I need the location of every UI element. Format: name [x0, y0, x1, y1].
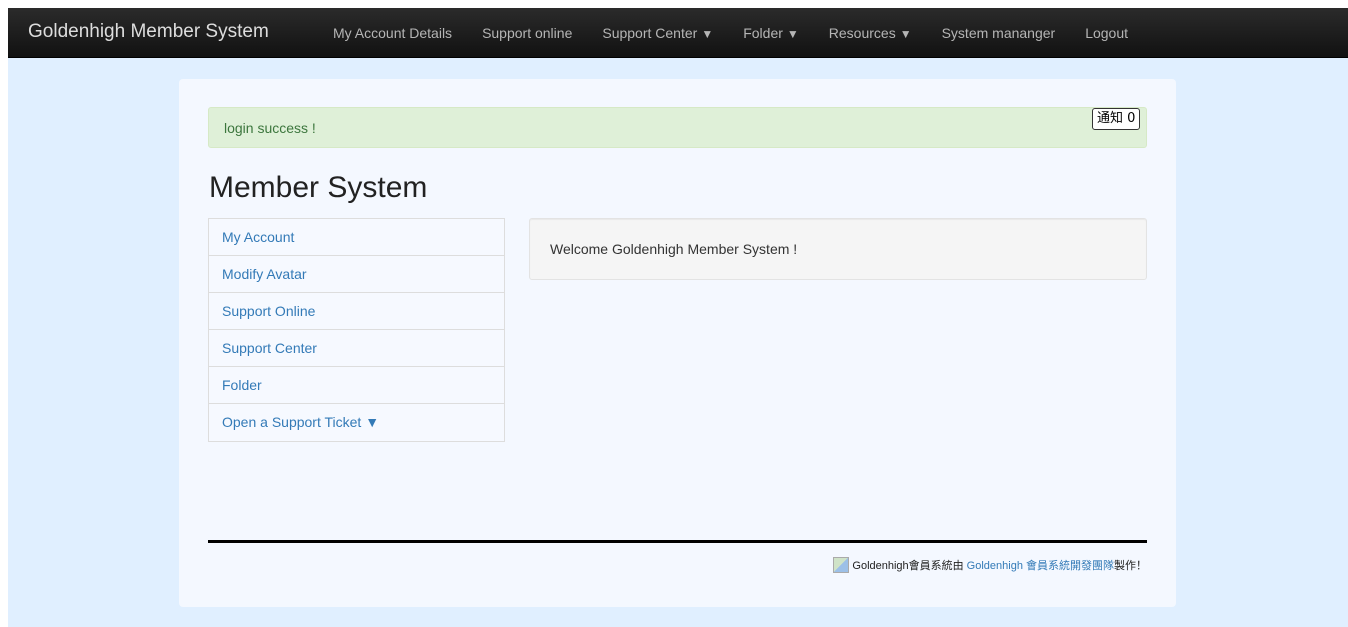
caret-down-icon: ▼ [701, 27, 714, 41]
side-item-open-support-ticket[interactable]: Open a Support Ticket ▼ [209, 404, 504, 441]
footer-divider [208, 540, 1147, 543]
nav-system-manager[interactable]: System mananger [927, 8, 1071, 58]
nav-label: My Account Details [333, 25, 453, 41]
alert-message: login success ! [224, 120, 316, 136]
success-alert: login success ! [208, 107, 1147, 148]
side-item-support-online[interactable]: Support Online [209, 293, 504, 330]
nav-folder[interactable]: Folder ▼ [728, 8, 814, 58]
side-item-my-account[interactable]: My Account [209, 219, 504, 256]
caret-down-icon: ▼ [786, 27, 799, 41]
page-title: Member System [209, 171, 428, 204]
nav-menu: My Account Details Support online Suppor… [318, 8, 1143, 58]
side-item-folder[interactable]: Folder [209, 367, 504, 404]
caret-down-icon: ▼ [899, 27, 912, 41]
side-menu: My Account Modify Avatar Support Online … [208, 218, 505, 442]
nav-logout[interactable]: Logout [1070, 8, 1143, 58]
nav-support-center[interactable]: Support Center ▼ [587, 8, 728, 58]
broken-image-icon [833, 557, 850, 573]
side-item-support-center[interactable]: Support Center [209, 330, 504, 367]
nav-support-online[interactable]: Support online [467, 8, 587, 58]
welcome-message: Welcome Goldenhigh Member System ! [550, 241, 798, 257]
nav-label: Logout [1085, 25, 1129, 41]
footer: Goldenhigh會員系統由 Goldenhigh 會員系統開發團隊 製作！ [833, 557, 1147, 573]
main-container: login success ! 通知 0 Member System My Ac… [179, 79, 1176, 607]
welcome-panel: Welcome Goldenhigh Member System ! [529, 218, 1147, 280]
nav-label: Resources [828, 25, 896, 41]
nav-my-account-details[interactable]: My Account Details [318, 8, 467, 58]
nav-label: Support Center [602, 25, 698, 41]
nav-label: Support online [482, 25, 573, 41]
nav-resources[interactable]: Resources ▼ [814, 8, 927, 58]
nav-label: Folder [743, 25, 783, 41]
footer-team-link[interactable]: Goldenhigh 會員系統開發團隊 [967, 557, 1114, 573]
brand-link[interactable]: Goldenhigh Member System [28, 21, 269, 43]
top-navbar: Goldenhigh Member System My Account Deta… [8, 8, 1348, 58]
footer-prefix: Goldenhigh會員系統由 [852, 560, 964, 572]
notification-button[interactable]: 通知 0 [1092, 108, 1141, 130]
side-item-modify-avatar[interactable]: Modify Avatar [209, 256, 504, 293]
nav-label: System mananger [941, 25, 1056, 41]
page-viewport: Goldenhigh Member System My Account Deta… [8, 8, 1348, 627]
footer-suffix: 製作！ [1114, 560, 1147, 572]
